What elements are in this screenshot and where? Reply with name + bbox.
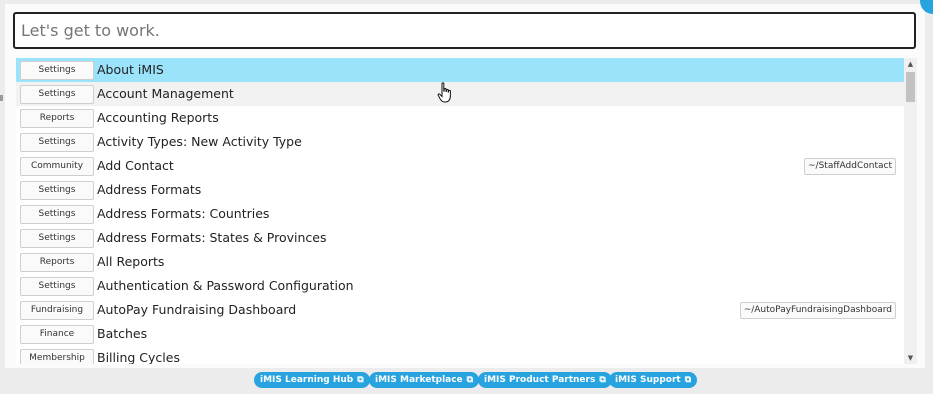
footer-link-support[interactable]: iMIS Support ⧉	[609, 372, 698, 388]
result-label: Address Formats: Countries	[97, 206, 270, 221]
external-link-icon: ⧉	[357, 375, 364, 385]
result-label: Authentication & Password Configuration	[97, 278, 354, 293]
chevron-up-icon[interactable]: ▲	[904, 58, 917, 70]
footer-link-label: iMIS Learning Hub	[260, 375, 354, 385]
scrollbar-thumb[interactable]	[906, 72, 915, 102]
category-badge: Settings	[20, 181, 94, 200]
category-badge: Settings	[20, 133, 94, 152]
category-badge: Settings	[20, 277, 94, 296]
result-path: ~/AutoPayFundraisingDashboard	[739, 302, 896, 319]
footer-link-learning-hub[interactable]: iMIS Learning Hub ⧉	[254, 372, 370, 388]
result-label: About iMIS	[97, 62, 164, 77]
category-badge: Fundraising	[20, 301, 94, 320]
result-label: All Reports	[97, 254, 165, 269]
result-label: Address Formats: States & Provinces	[97, 230, 327, 245]
category-badge: Reports	[20, 109, 94, 128]
external-link-icon: ⧉	[466, 375, 474, 385]
results-list[interactable]: Settings About iMIS Settings Account Man…	[16, 58, 904, 364]
list-item[interactable]: Settings Authentication & Password Confi…	[16, 274, 904, 298]
result-label: Billing Cycles	[97, 350, 180, 364]
result-label: Account Management	[97, 86, 234, 101]
result-label: Accounting Reports	[97, 110, 219, 125]
background-edge	[0, 95, 3, 101]
external-link-icon: ⧉	[684, 375, 692, 385]
list-item[interactable]: Settings Account Management	[16, 82, 904, 106]
chevron-down-icon[interactable]: ▼	[904, 352, 917, 364]
list-item[interactable]: Reports Accounting Reports	[16, 106, 904, 130]
list-item[interactable]: Settings Address Formats: States & Provi…	[16, 226, 904, 250]
list-item[interactable]: Membership Billing Cycles	[16, 346, 904, 364]
footer-link-label: iMIS Support	[615, 375, 681, 385]
external-link-icon: ⧉	[599, 375, 606, 385]
result-label: Batches	[97, 326, 148, 341]
result-path: ~/StaffAddContact	[804, 158, 896, 175]
results-scrollbar[interactable]: ▲ ▼	[904, 58, 917, 364]
category-badge: Community	[20, 157, 94, 176]
category-badge: Settings	[20, 205, 94, 224]
result-label: AutoPay Fundraising Dashboard	[97, 302, 297, 317]
category-badge: Settings	[20, 85, 94, 104]
result-label: Add Contact	[97, 158, 174, 173]
category-badge: Reports	[20, 253, 94, 272]
list-item[interactable]: Settings Activity Types: New Activity Ty…	[16, 130, 904, 154]
category-badge: Membership	[20, 349, 94, 364]
hand-pointer-icon	[437, 82, 451, 103]
list-item[interactable]: Reports All Reports	[16, 250, 904, 274]
category-badge: Settings	[20, 229, 94, 248]
category-badge: Finance	[20, 325, 94, 344]
list-item[interactable]: Settings Address Formats	[16, 178, 904, 202]
footer-link-marketplace[interactable]: iMIS Marketplace ⧉	[369, 372, 480, 388]
list-item[interactable]: Fundraising AutoPay Fundraising Dashboar…	[16, 298, 904, 322]
list-item[interactable]: Finance Batches	[16, 322, 904, 346]
footer-link-label: iMIS Product Partners	[484, 375, 596, 385]
category-badge: Settings	[20, 61, 94, 80]
list-item[interactable]: Settings About iMIS	[16, 58, 904, 82]
result-label: Activity Types: New Activity Type	[97, 134, 302, 149]
list-item[interactable]: Community Add Contact ~/StaffAddContact	[16, 154, 904, 178]
search-input[interactable]	[13, 12, 916, 49]
footer-link-product-partners[interactable]: iMIS Product Partners ⧉	[478, 372, 612, 388]
list-item[interactable]: Settings Address Formats: Countries	[16, 202, 904, 226]
result-label: Address Formats	[97, 182, 202, 197]
footer-link-label: iMIS Marketplace	[375, 375, 463, 385]
